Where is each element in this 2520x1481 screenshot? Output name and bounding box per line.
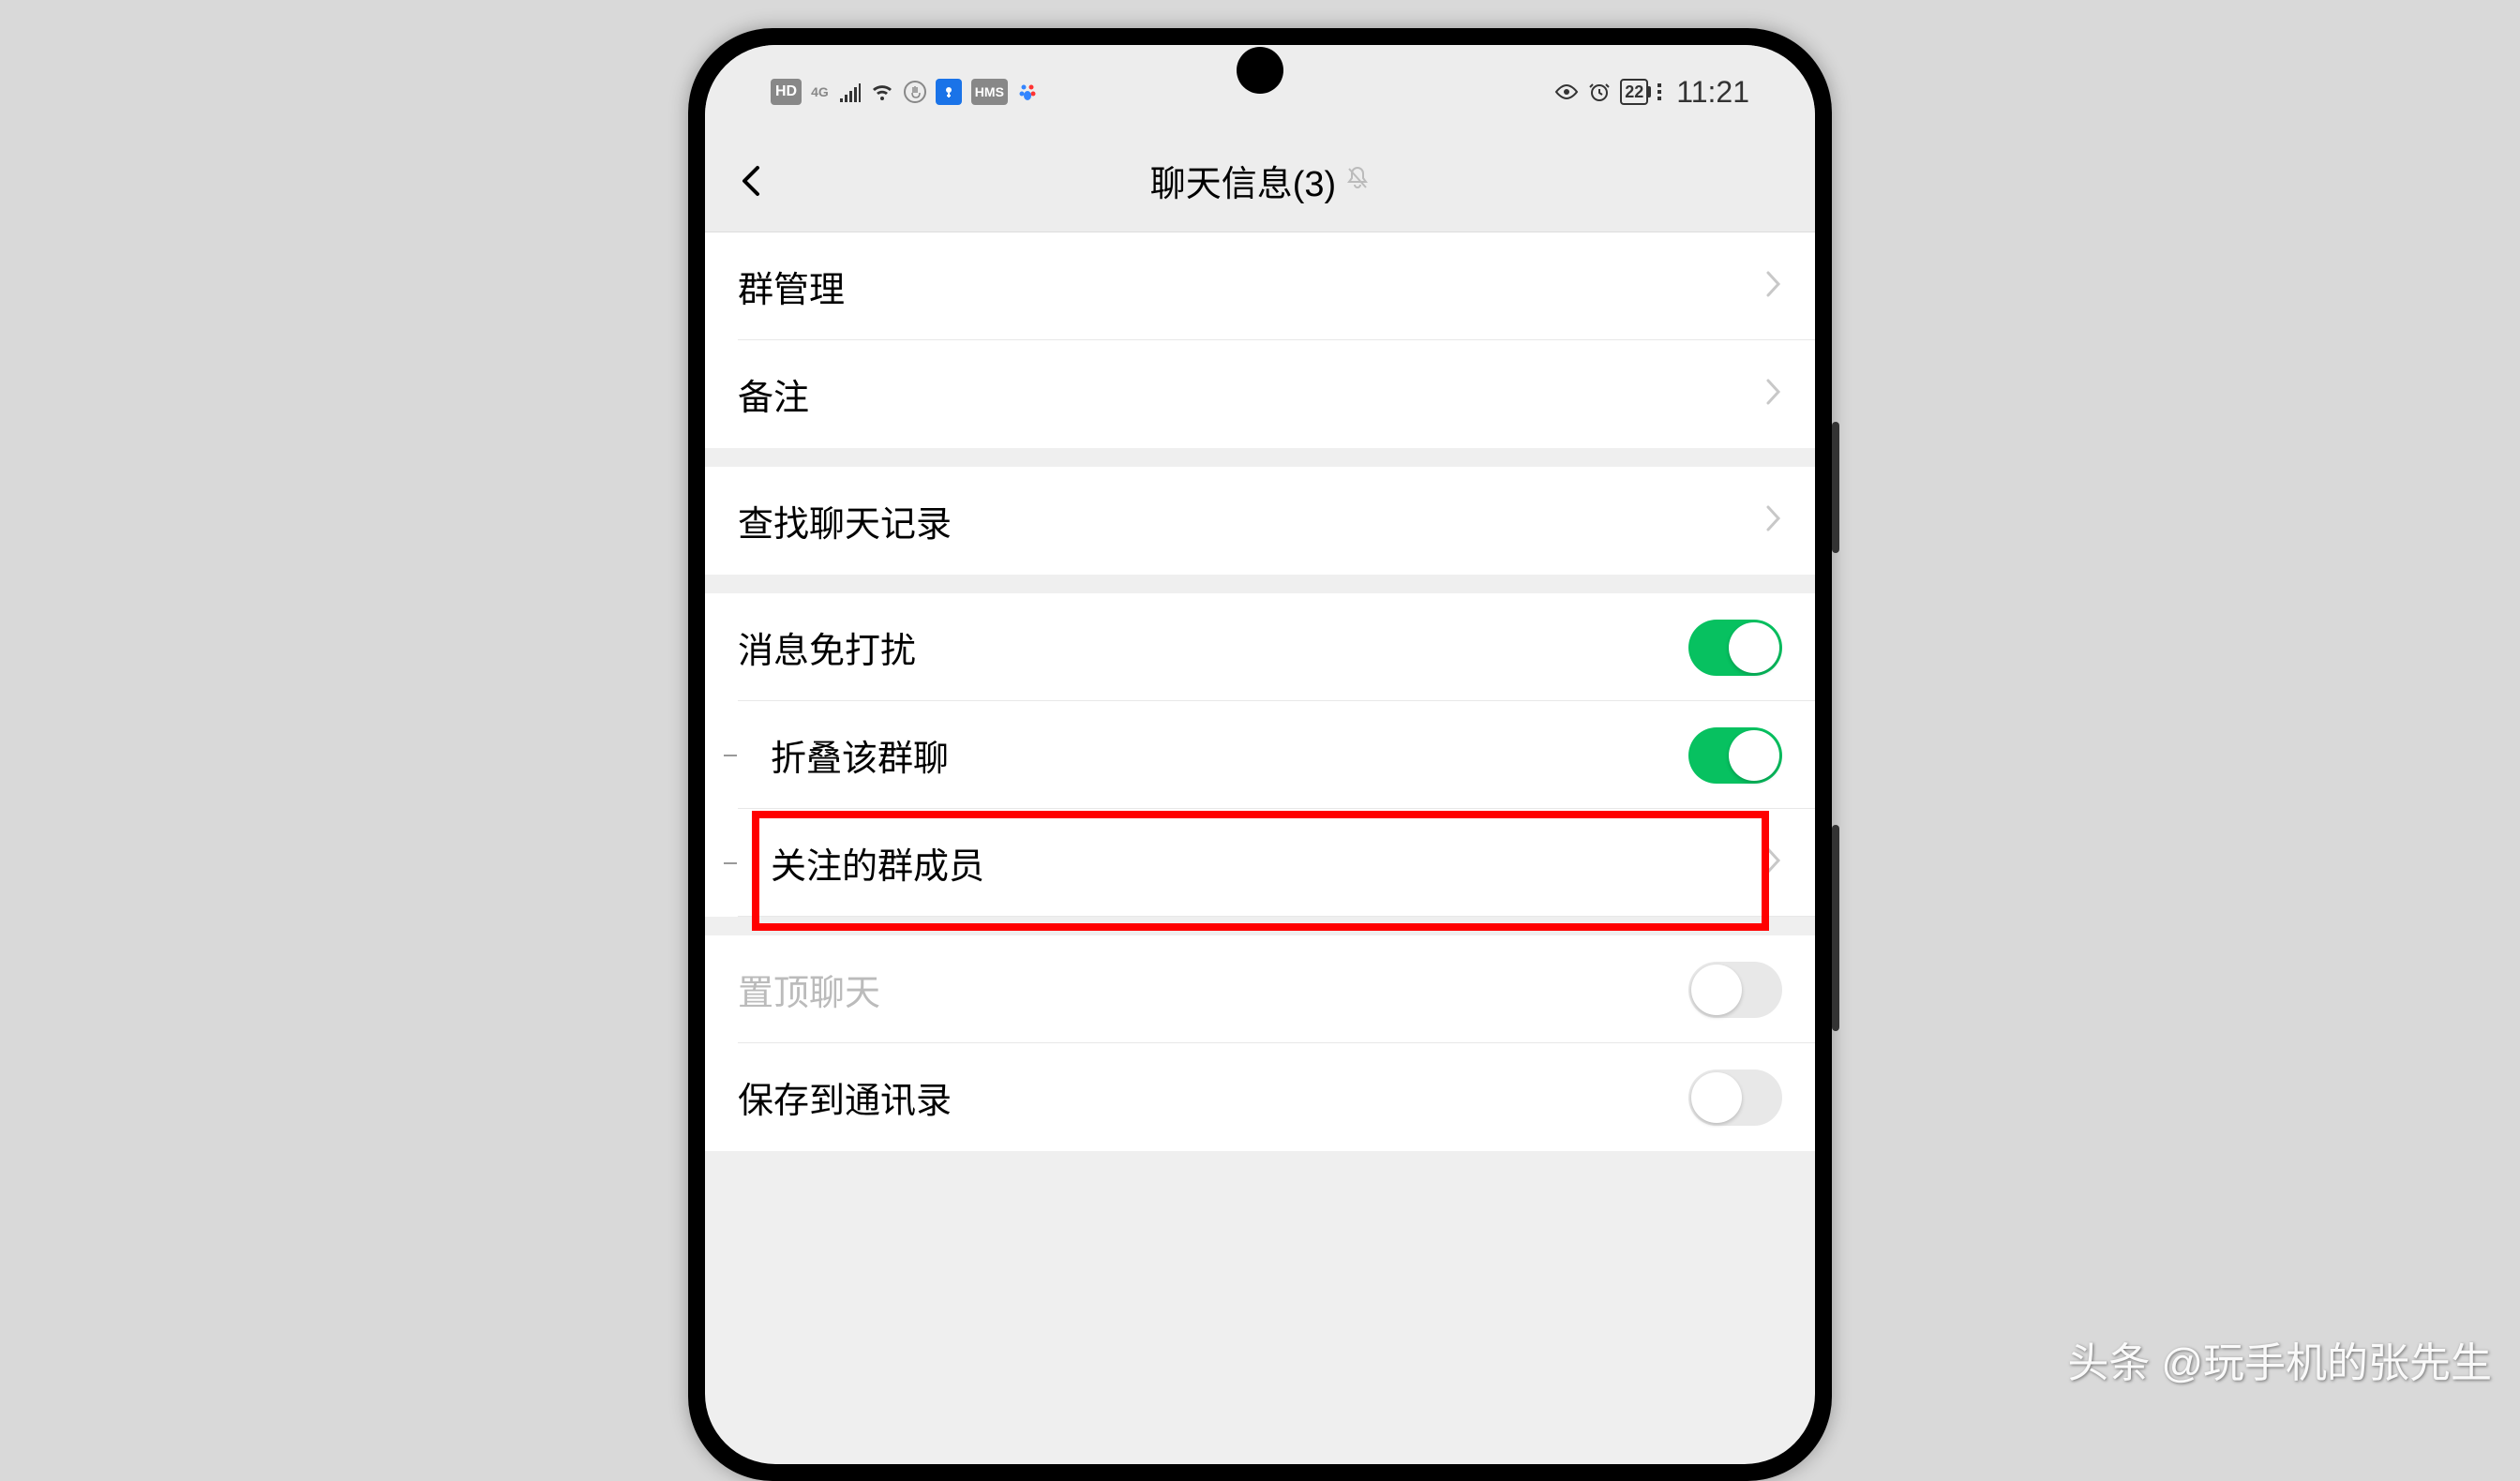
save-to-contacts-row[interactable]: 保存到通讯录 [705,1043,1815,1151]
row-label: 群管理 [738,261,845,312]
watermark: 头条 @玩手机的张先生 [2067,1329,2492,1389]
settings-group: 群管理 备注 [705,232,1815,448]
mute-notifications-row[interactable]: 消息免打扰 [705,593,1815,701]
camera-notch [1237,47,1283,94]
phone-screen: HD 4G HMS [705,45,1815,1464]
status-bar-right: 22 11:21 [1554,75,1749,110]
chevron-right-icon [1763,269,1782,304]
indent-marker-icon [724,862,737,864]
row-label: 折叠该群聊 [771,729,949,781]
hd-icon: HD [771,79,802,105]
row-label: 保存到通讯录 [738,1071,952,1123]
hand-icon [904,79,926,105]
mute-bell-icon [1345,165,1370,196]
alarm-icon [1588,79,1611,105]
indent-marker-icon [724,755,737,756]
status-time: 11:21 [1676,75,1749,110]
row-label: 消息免打扰 [738,621,916,673]
eye-icon [1554,79,1579,105]
more-battery-icon [1658,79,1661,105]
nav-title: 聊天信息(3) [1150,155,1336,206]
mute-toggle[interactable] [1688,620,1782,676]
app-badge-icon [936,79,962,105]
pin-toggle[interactable] [1688,962,1782,1018]
status-bar-left: HD 4G HMS [771,79,1038,105]
paw-icon [1017,79,1038,105]
wifi-icon [870,79,894,105]
group-management-row[interactable]: 群管理 [705,232,1815,340]
settings-group: 消息免打扰 折叠该群聊 关注的群成员 [705,593,1815,917]
back-button[interactable] [733,162,771,200]
chevron-right-icon [1763,845,1782,880]
chevron-right-icon [1763,377,1782,411]
battery-icon: 22 [1620,79,1648,105]
followed-members-row[interactable]: 关注的群成员 [705,809,1815,917]
watermark-text: @玩手机的张先生 [2161,1329,2492,1389]
phone-frame: HD 4G HMS [688,28,1832,1481]
chevron-right-icon [1763,503,1782,538]
row-label: 查找聊天记录 [738,495,952,546]
row-label: 置顶聊天 [738,964,880,1015]
settings-group: 置顶聊天 保存到通讯录 [705,935,1815,1151]
fold-group-chat-row[interactable]: 折叠该群聊 [705,701,1815,809]
settings-list: 群管理 备注 查找聊天记录 [705,232,1815,1151]
nav-bar: 聊天信息(3) [705,129,1815,232]
remark-row[interactable]: 备注 [705,340,1815,448]
fold-toggle[interactable] [1688,727,1782,784]
save-toggle[interactable] [1688,1070,1782,1126]
phone-side-button [1832,422,1839,553]
pin-chat-row[interactable]: 置顶聊天 [705,935,1815,1043]
watermark-brand: 头条 [2067,1329,2150,1389]
row-label: 关注的群成员 [771,837,984,889]
hms-icon: HMS [971,79,1008,105]
search-chat-history-row[interactable]: 查找聊天记录 [705,467,1815,575]
signal-4g-icon: 4G [811,79,829,105]
signal-bars-icon [838,79,861,105]
settings-group: 查找聊天记录 [705,467,1815,575]
row-label: 备注 [738,368,809,420]
phone-side-button [1832,825,1839,1031]
